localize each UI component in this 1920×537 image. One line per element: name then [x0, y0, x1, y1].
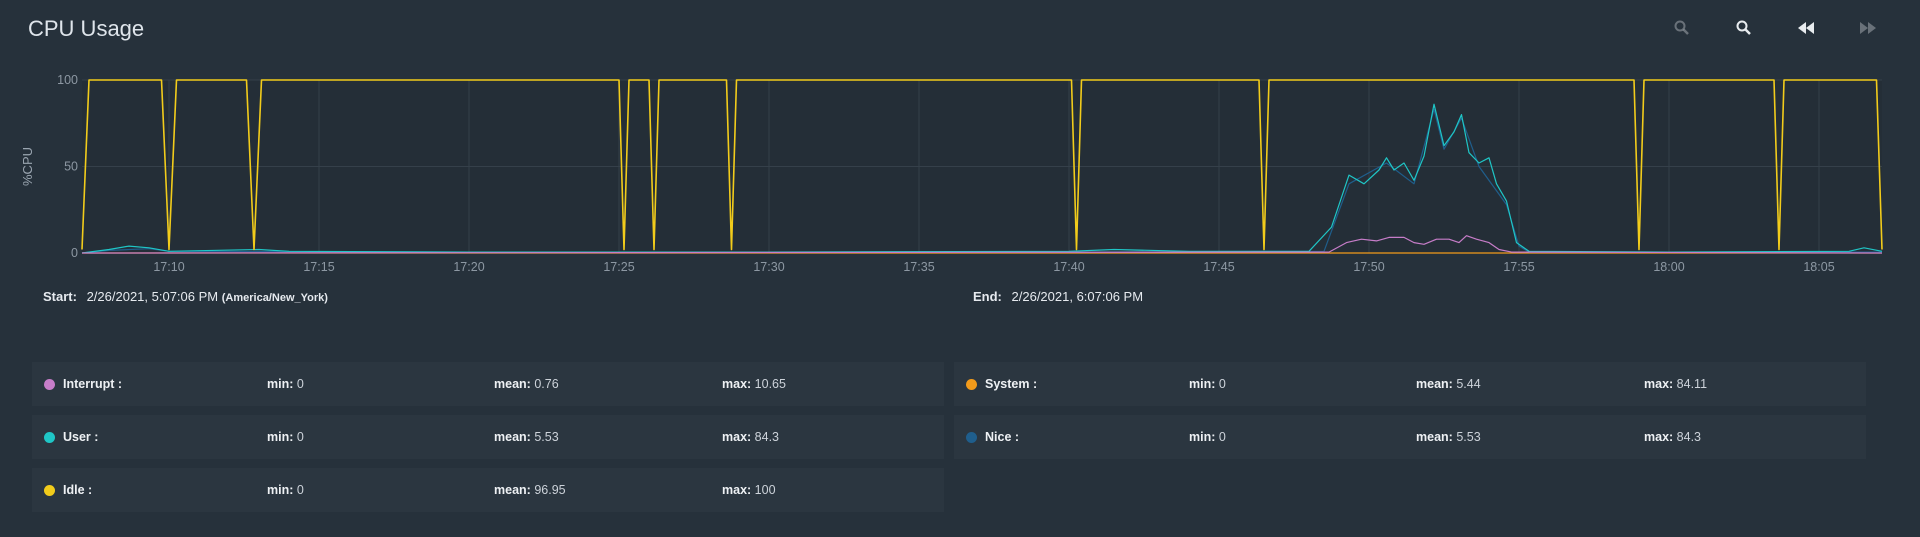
range-start: Start: 2/26/2021, 5:07:06 PM (America/Ne…	[43, 289, 328, 304]
stat-max: max: 84.3	[1644, 430, 1702, 444]
stat-mean: mean: 5.53	[494, 430, 559, 444]
x-tick-label: 17:40	[1053, 260, 1084, 274]
stat-min: min: 0	[267, 483, 304, 497]
legend-item-idle[interactable]: Idle : min: 0 mean: 96.95 max: 100	[32, 468, 944, 512]
x-tick-label: 17:30	[753, 260, 784, 274]
start-timezone: (America/New_York)	[221, 292, 328, 304]
chart-toolbar	[1670, 16, 1880, 40]
series-name: Nice :	[985, 430, 1020, 444]
stat-min: min: 0	[267, 377, 304, 391]
series-color-dot	[966, 378, 977, 390]
legend-item-nice[interactable]: Nice : min: 0 mean: 5.53 max: 84.3	[954, 415, 1866, 459]
x-tick-label: 17:35	[903, 260, 934, 274]
stat-mean: mean: 5.53	[1416, 430, 1481, 444]
x-tick-label: 18:05	[1803, 260, 1834, 274]
x-tick-label: 17:50	[1353, 260, 1384, 274]
stat-mean: mean: 0.76	[494, 377, 559, 391]
legend-item-interrupt[interactable]: Interrupt : min: 0 mean: 0.76 max: 10.65	[32, 362, 944, 406]
stat-mean: mean: 5.44	[1416, 377, 1481, 391]
series-color-dot	[44, 378, 55, 390]
stat-max: max: 100	[722, 483, 776, 497]
stat-min: min: 0	[1189, 377, 1226, 391]
series-name: Interrupt :	[63, 377, 123, 391]
panel-title: CPU Usage	[28, 16, 145, 41]
y-tick-label: 0	[71, 246, 78, 260]
x-tick-label: 17:45	[1203, 260, 1234, 274]
stat-max: max: 84.3	[722, 430, 780, 444]
series-color-dot	[966, 431, 977, 443]
series-name: Idle :	[63, 483, 93, 497]
y-tick-label: 100	[57, 73, 78, 87]
series-color-dot	[44, 484, 55, 496]
x-tick-label: 17:15	[303, 260, 334, 274]
start-value: 2/26/2021, 5:07:06 PM	[86, 289, 219, 304]
x-tick-label: 17:55	[1503, 260, 1534, 274]
x-tick-label: 17:20	[453, 260, 484, 274]
y-axis-label: %CPU	[20, 147, 35, 186]
zoom-out-icon	[1674, 20, 1689, 35]
fast-forward-button[interactable]	[1856, 16, 1880, 40]
series-color-dot	[44, 431, 55, 443]
stat-max: max: 10.65	[722, 377, 786, 391]
cpu-usage-panel: CPU Usage 17:10 17:15 17:20 17:25 17:30 17:35	[0, 0, 1920, 537]
end-value: 2/26/2021, 6:07:06 PM	[1011, 289, 1144, 304]
stat-min: min: 0	[1189, 430, 1226, 444]
legend-item-system[interactable]: System : min: 0 mean: 5.44 max: 84.11	[954, 362, 1866, 406]
start-label: Start:	[43, 289, 77, 304]
stat-max: max: 84.11	[1644, 377, 1708, 391]
cpu-usage-chart: 17:10 17:15 17:20 17:25 17:30 17:35 17:40 17:45…	[20, 73, 1883, 274]
fast-forward-icon	[1860, 22, 1876, 34]
zoom-out-button[interactable]	[1670, 16, 1694, 40]
y-tick-label: 50	[64, 160, 78, 174]
legend-item-user[interactable]: User : min: 0 mean: 5.53 max: 84.3	[32, 415, 944, 459]
x-tick-label: 18:00	[1653, 260, 1684, 274]
zoom-in-icon	[1736, 20, 1751, 35]
stat-mean: mean: 96.95	[494, 483, 566, 497]
x-tick-label: 17:25	[603, 260, 634, 274]
end-label: End:	[973, 289, 1002, 304]
x-tick-label: 17:10	[153, 260, 184, 274]
range-end: End: 2/26/2021, 6:07:06 PM	[973, 289, 1143, 304]
series-name: User :	[63, 430, 99, 444]
stat-min: min: 0	[267, 430, 304, 444]
zoom-in-button[interactable]	[1732, 16, 1756, 40]
rewind-button[interactable]	[1794, 16, 1818, 40]
rewind-icon	[1798, 22, 1814, 34]
series-name: System :	[985, 377, 1038, 391]
